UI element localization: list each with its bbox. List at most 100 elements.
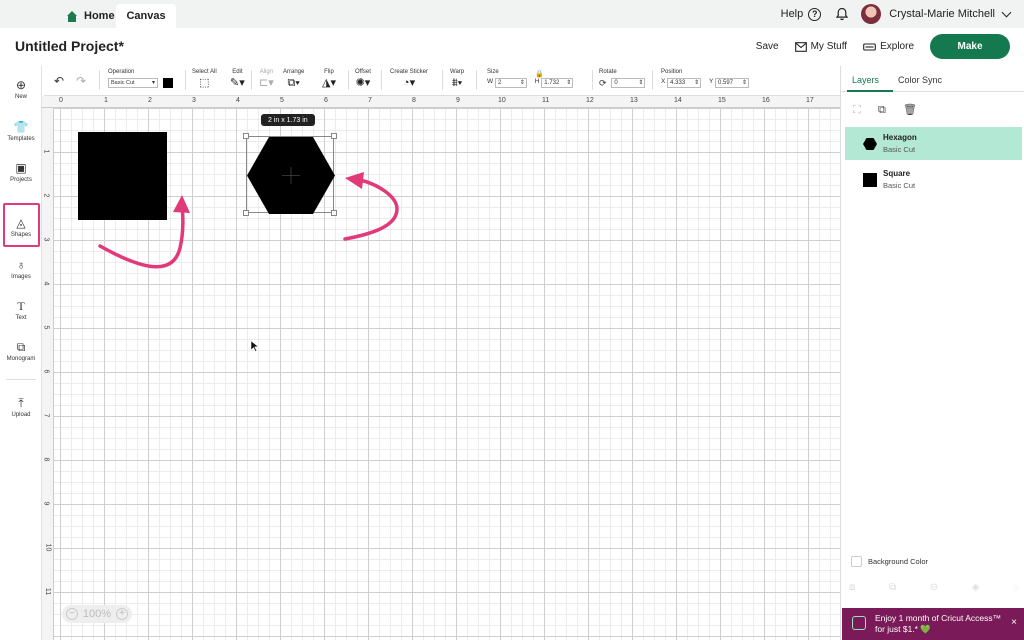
sidebar-item-upload[interactable]: ⤒ Upload	[0, 396, 42, 418]
ruler-tick: 7	[42, 413, 50, 418]
project-title[interactable]: Untitled Project*	[15, 38, 124, 54]
gift-icon	[852, 616, 866, 630]
sidebar-item-projects[interactable]: ▣ Projects	[0, 161, 42, 183]
edit-label: Edit	[232, 69, 243, 75]
resize-handle[interactable]	[243, 210, 249, 216]
selection-box[interactable]	[243, 133, 337, 216]
sidebar-item-templates[interactable]: 👕 Templates	[0, 120, 42, 142]
sidebar-item-text[interactable]: T Text	[0, 299, 42, 321]
projects-icon: ▣	[15, 161, 27, 175]
make-button[interactable]: Make	[930, 34, 1010, 59]
zoom-out-button[interactable]: −	[66, 608, 78, 620]
layer-item-hexagon[interactable]: Hexagon Basic Cut	[845, 127, 1022, 160]
select-all-button[interactable]: Select All ⬚	[192, 69, 217, 89]
arrange-icon: ⧉▾	[287, 77, 300, 89]
promo-text: Enjoy 1 month of Cricut Access™ for just…	[875, 613, 1001, 635]
tab-color-sync[interactable]: Color Sync	[898, 75, 942, 85]
width-input[interactable]: 2	[494, 78, 527, 88]
background-color-label: Background Color	[868, 557, 929, 566]
height-input[interactable]: 1.732	[541, 78, 574, 88]
bell-icon[interactable]	[835, 7, 849, 21]
undo-icon[interactable]: ↶	[54, 74, 64, 88]
tab-canvas[interactable]: Canvas	[116, 4, 176, 28]
background-color-toggle[interactable]: Background Color	[851, 556, 928, 567]
ruler-tick: 1	[42, 149, 50, 154]
trash-icon[interactable]: 🗑	[903, 104, 917, 116]
rotate-input[interactable]: 0	[611, 78, 646, 88]
promo-line-1: Enjoy 1 month of Cricut Access™	[875, 613, 1002, 623]
sidebar-item-label: Text	[15, 315, 27, 321]
close-icon[interactable]: ×	[1011, 617, 1017, 628]
tab-layers[interactable]: Layers	[852, 75, 879, 85]
operation-select[interactable]: Basic Cut	[108, 78, 158, 88]
contour-button[interactable]: ◌	[1013, 582, 1019, 593]
offset-button[interactable]: Offset ✺▾	[355, 69, 371, 89]
zoom-control: − 100% +	[62, 605, 132, 623]
width-prefix: W	[487, 78, 494, 85]
ungroup-icon[interactable]: ⛶	[853, 104, 865, 116]
flip-button[interactable]: Flip ◮▾	[322, 69, 336, 89]
duplicate-icon[interactable]: ⧉	[878, 104, 890, 116]
attach-button[interactable]: ⊝	[930, 582, 938, 593]
sidebar-item-monogram[interactable]: ⧉ Monogram	[0, 340, 42, 362]
flatten-icon: ◈	[971, 582, 980, 593]
layer-name: Square	[883, 169, 911, 178]
size-tooltip: 2 in x 1.73 in	[261, 114, 315, 126]
background-color-checkbox[interactable]	[851, 556, 862, 567]
flatten-button[interactable]: ◈	[972, 582, 980, 593]
zoom-level: 100%	[82, 608, 112, 620]
ruler-tick: 11	[44, 587, 52, 596]
position-label: Position	[661, 69, 683, 75]
warp-button[interactable]: Warp ⩩▾	[450, 69, 464, 89]
ruler-tick: 5	[42, 325, 50, 330]
edit-button[interactable]: Edit ✎▾	[230, 69, 245, 89]
flip-icon: ◮▾	[322, 77, 336, 89]
lock-icon[interactable]: 🔒	[535, 70, 544, 78]
monogram-icon: ⧉	[16, 340, 26, 354]
slice-button[interactable]: ⧈	[849, 582, 855, 593]
y-position-input[interactable]: 0.597	[715, 78, 749, 88]
ruler-tick: 1	[104, 97, 108, 104]
ruler-tick: 9	[42, 501, 50, 506]
sidebar-item-new[interactable]: ⊕ New	[0, 78, 42, 100]
select-all-icon: ⬚	[199, 77, 210, 89]
avatar[interactable]	[861, 4, 882, 24]
square-shape[interactable]	[78, 132, 167, 220]
save-button[interactable]: Save	[756, 41, 779, 52]
ruler-tick: 7	[368, 97, 372, 104]
hexagon-shape[interactable]	[247, 137, 335, 214]
combine-button[interactable]: ⧉	[889, 582, 896, 593]
toolbar-divider	[381, 70, 382, 90]
resize-handle[interactable]	[243, 133, 249, 139]
zoom-in-button[interactable]: +	[115, 608, 128, 620]
arrange-button[interactable]: Arrange ⧉▾	[283, 69, 304, 89]
color-swatch[interactable]	[162, 78, 173, 88]
attach-icon: ⊝	[929, 582, 939, 593]
redo-icon[interactable]: ↷	[76, 74, 86, 88]
plus-circle-icon: ⊕	[15, 78, 27, 92]
text-icon: T	[17, 299, 25, 313]
panel-tabs: Layers Color Sync	[841, 66, 1024, 92]
align-button[interactable]: Align ⊏▾	[259, 69, 274, 89]
user-name[interactable]: Crystal-Marie Mitchell	[889, 8, 995, 20]
sidebar-item-images[interactable]: ♁ Images	[0, 258, 42, 280]
toolbar-divider	[251, 70, 252, 90]
flip-label: Flip	[324, 69, 334, 75]
promo-banner[interactable]: Enjoy 1 month of Cricut Access™ for just…	[842, 608, 1024, 640]
resize-handle[interactable]	[331, 133, 337, 139]
my-stuff-button[interactable]: My Stuff	[794, 41, 847, 52]
resize-handle[interactable]	[331, 210, 337, 216]
chevron-down-icon[interactable]	[1001, 7, 1012, 17]
create-sticker-button[interactable]: Create Sticker ◔▾	[390, 69, 428, 89]
combine-icon: ⧉	[888, 582, 897, 593]
rotate-icon: ⟳	[599, 78, 607, 88]
design-canvas[interactable]: 0 1 2 3 4 5 6 7 8 9 10 11 12 13 14 15 16…	[42, 96, 840, 640]
ruler-tick: 13	[630, 97, 638, 104]
x-position-input[interactable]: 4.333	[667, 78, 702, 88]
sidebar-item-shapes[interactable]: ◬ Shapes	[0, 216, 42, 238]
explore-button[interactable]: Explore	[863, 41, 914, 52]
ruler-vertical: 1 2 3 4 5 6 7 8 9 10 11	[42, 108, 54, 640]
hexagon-thumbnail	[863, 138, 877, 150]
layer-item-square[interactable]: Square Basic Cut	[845, 163, 1022, 196]
help-button[interactable]: Help ?	[781, 7, 822, 21]
